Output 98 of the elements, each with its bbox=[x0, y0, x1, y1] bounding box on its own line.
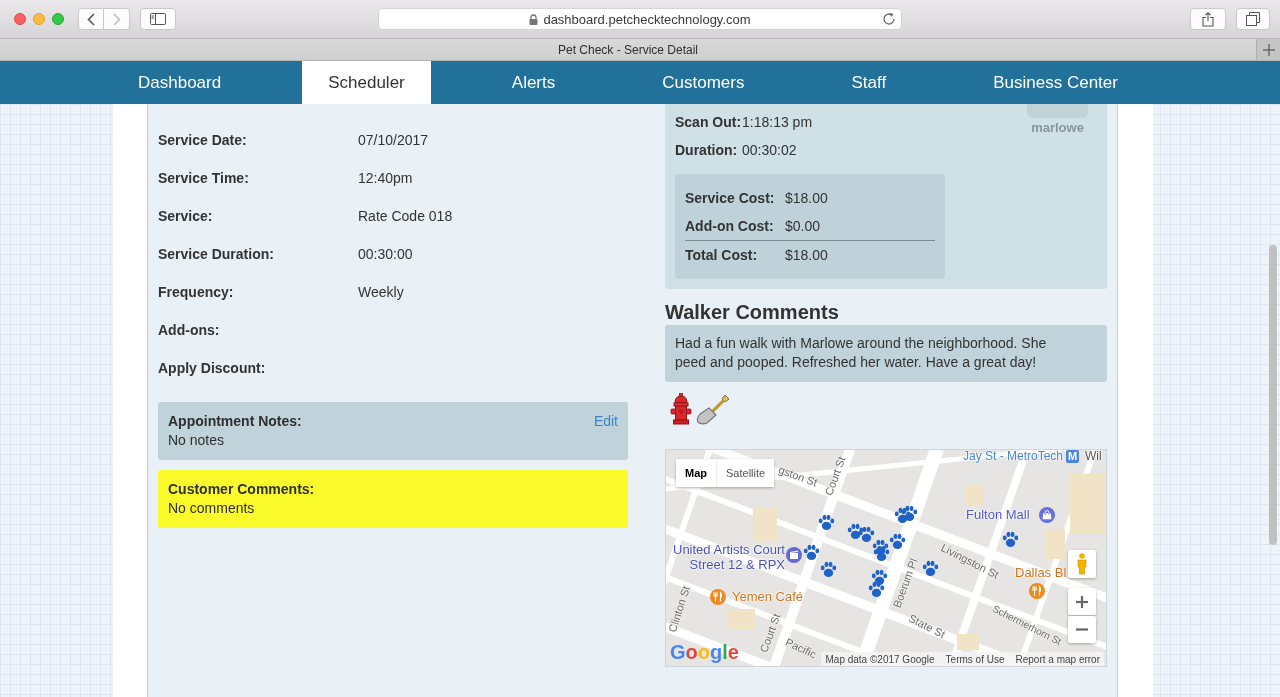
share-icon bbox=[1202, 11, 1214, 27]
sidebar-icon bbox=[150, 13, 166, 25]
nav-tab[interactable]: Dashboard bbox=[112, 61, 248, 104]
paw-marker-icon[interactable] bbox=[847, 523, 864, 540]
street-label: State St bbox=[906, 611, 948, 641]
nav-tab[interactable]: Scheduler bbox=[302, 61, 431, 104]
map-data-text: Map data ©2017 Google bbox=[825, 653, 935, 665]
section-heading: Walker Comments bbox=[665, 300, 840, 325]
map-link[interactable]: Terms of Use bbox=[945, 653, 1005, 665]
field-label: Service Time: bbox=[158, 170, 250, 186]
building-block bbox=[753, 507, 777, 541]
address-field[interactable]: dashboard.petchecktechnology.com bbox=[378, 8, 902, 30]
building-block bbox=[1045, 529, 1065, 559]
paw-marker-icon[interactable] bbox=[922, 560, 939, 577]
place-label: Jay St - MetroTech bbox=[963, 449, 1064, 463]
field-value: Rate Code 018 bbox=[358, 208, 453, 224]
building-block bbox=[965, 485, 983, 505]
paw-marker-icon[interactable] bbox=[894, 507, 911, 524]
field-value: 07/10/2017 bbox=[358, 132, 429, 148]
cost-label: Add-on Cost: bbox=[685, 218, 775, 234]
map-type-button[interactable]: Satellite bbox=[717, 459, 775, 487]
cost-value: $18.00 bbox=[785, 247, 828, 263]
paw-marker-icon[interactable] bbox=[873, 545, 890, 562]
notes-title: Appointment Notes: bbox=[168, 412, 303, 431]
building-block bbox=[1070, 474, 1105, 534]
field-label: Service: bbox=[158, 208, 214, 224]
field-label: Apply Discount: bbox=[158, 360, 267, 376]
paw-marker-icon[interactable] bbox=[858, 526, 875, 543]
cost-value: $18.00 bbox=[785, 190, 828, 206]
shopping-bag-icon bbox=[1039, 507, 1055, 523]
clapperboard-icon bbox=[786, 547, 802, 563]
paw-marker-icon[interactable] bbox=[803, 544, 820, 561]
street-label: gston St bbox=[777, 463, 819, 489]
reload-icon bbox=[882, 12, 896, 26]
cost-label: Service Cost: bbox=[685, 190, 776, 206]
field-label: Duration: bbox=[675, 142, 739, 158]
nav-tab[interactable]: Alerts bbox=[485, 61, 582, 104]
building-block bbox=[727, 609, 755, 629]
tabs-icon bbox=[1246, 12, 1260, 26]
paw-marker-icon[interactable] bbox=[889, 533, 906, 550]
comments-title: Customer Comments: bbox=[168, 480, 316, 499]
back-button[interactable] bbox=[78, 8, 104, 30]
pet-name: marlowe bbox=[1031, 120, 1084, 136]
fire-hydrant-icon bbox=[670, 393, 692, 425]
paw-marker-icon[interactable] bbox=[818, 514, 835, 531]
minus-icon bbox=[1076, 628, 1088, 631]
place-label: Dallas Bl bbox=[1015, 565, 1067, 580]
sidebar-button[interactable] bbox=[140, 8, 176, 30]
field-label: Scan Out: bbox=[675, 114, 742, 130]
field-value: Weekly bbox=[358, 284, 404, 300]
map-type-button[interactable]: Map bbox=[676, 459, 717, 487]
share-button[interactable] bbox=[1190, 8, 1226, 30]
place-label: Fulton Mall bbox=[966, 507, 1030, 522]
tabs-button[interactable] bbox=[1236, 8, 1270, 30]
chevron-left-icon bbox=[87, 12, 95, 26]
fork-knife-icon bbox=[710, 589, 726, 605]
street-label: Court St bbox=[757, 612, 783, 654]
street-label: Court St bbox=[822, 455, 848, 497]
field-value: 00:30:02 bbox=[742, 142, 797, 158]
paw-marker-icon[interactable] bbox=[820, 561, 837, 578]
chevron-right-icon bbox=[112, 12, 121, 26]
lock-icon bbox=[529, 13, 539, 25]
paw-marker-icon[interactable] bbox=[868, 581, 885, 598]
paw-marker-icon[interactable] bbox=[1002, 531, 1019, 548]
place-label: Yemen Café bbox=[732, 589, 804, 604]
photo-placeholder bbox=[1027, 104, 1088, 118]
scrollbar-thumb[interactable] bbox=[1269, 245, 1277, 545]
zoom-out-button[interactable] bbox=[1068, 616, 1096, 643]
plus-icon bbox=[1076, 595, 1088, 608]
notes-text: No notes bbox=[168, 431, 226, 450]
walker-comment: Had a fun walk with Marlowe around the neighborhood. She peed and pooped. Refreshed her water. Have a great day! bbox=[665, 325, 1107, 382]
building-block bbox=[957, 634, 979, 650]
plus-icon bbox=[1262, 43, 1275, 56]
map-link[interactable]: Report a map error bbox=[1015, 653, 1100, 665]
nav-tab[interactable]: Staff bbox=[825, 61, 913, 104]
nav-tab[interactable]: Customers bbox=[636, 61, 771, 104]
field-value: 00:30:00 bbox=[358, 246, 413, 262]
zoom-in-button[interactable] bbox=[1068, 588, 1096, 615]
cost-label: Total Cost: bbox=[685, 247, 759, 263]
place-label: Wil bbox=[1085, 449, 1102, 463]
field-label: Frequency: bbox=[158, 284, 235, 300]
comments-text: No comments bbox=[168, 499, 256, 518]
place-label: United Artists Court Street 12 & RPX bbox=[672, 542, 785, 572]
nav-tab[interactable]: Business Center bbox=[967, 61, 1144, 104]
field-label: Service Date: bbox=[158, 132, 248, 148]
field-label: Service Duration: bbox=[158, 246, 275, 262]
field-label: Add-ons: bbox=[158, 322, 221, 338]
cost-value: $0.00 bbox=[785, 218, 821, 234]
close-button[interactable] bbox=[14, 13, 26, 25]
street-label: Clinton St bbox=[665, 584, 693, 634]
reload-button[interactable] bbox=[882, 12, 896, 26]
paw-marker-icon[interactable] bbox=[871, 569, 888, 586]
street-map-drawing[interactable] bbox=[665, 449, 1107, 667]
fork-knife-icon bbox=[1029, 583, 1045, 599]
person-icon bbox=[1076, 553, 1088, 575]
field-value: 12:40pm bbox=[358, 170, 413, 186]
field-value: 1:18:13 pm bbox=[742, 114, 813, 130]
shovel-icon bbox=[695, 393, 731, 425]
